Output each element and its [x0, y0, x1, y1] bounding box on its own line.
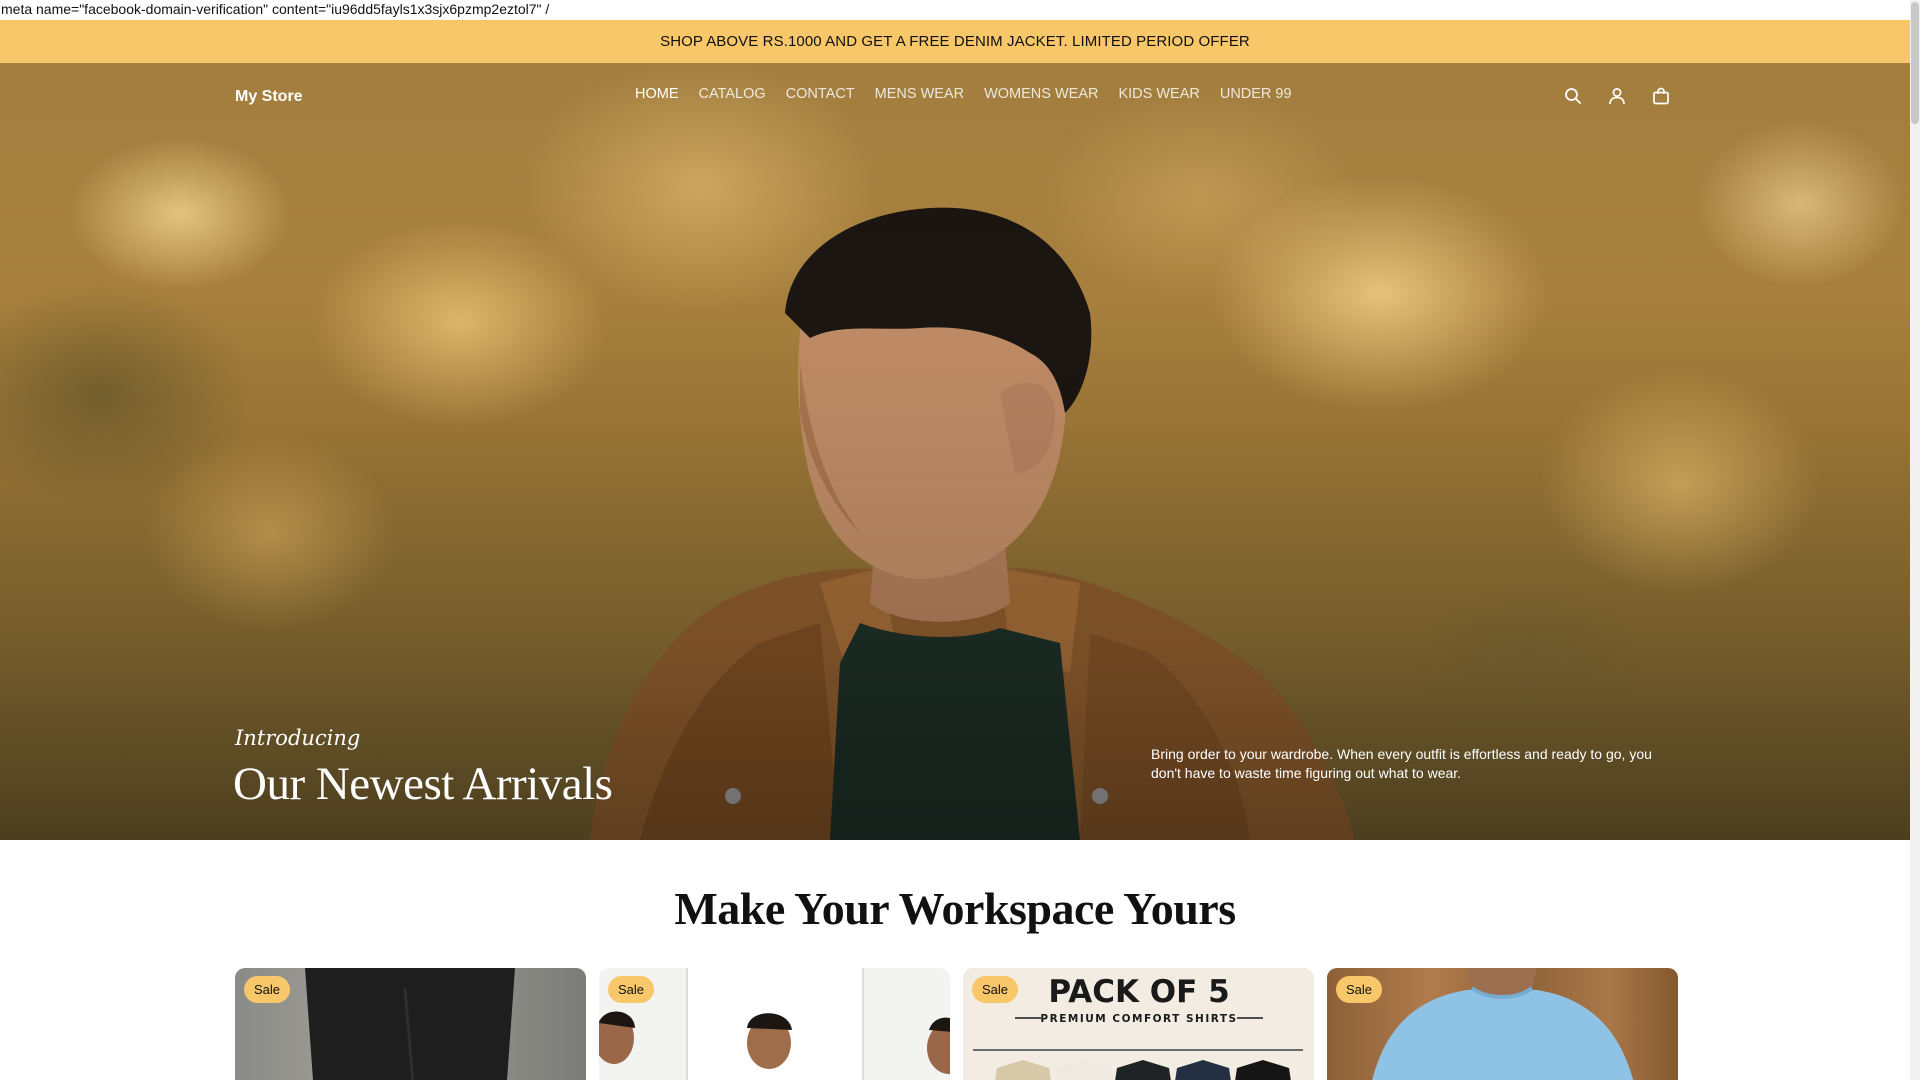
product-grid: Sale Sale Sale PACK OF 5 PREMIUM COMFORT…: [235, 968, 1678, 1080]
page-scrollbar[interactable]: [1910, 0, 1920, 1080]
main-nav: HOME CATALOG CONTACT MENS WEAR WOMENS WE…: [635, 86, 1312, 102]
product-card[interactable]: Sale PACK OF 5 PREMIUM COMFORT SHIRTS: [963, 968, 1314, 1080]
sale-badge: Sale: [608, 976, 655, 1003]
product-image-title: PACK OF 5: [1048, 974, 1229, 1010]
nav-under-99[interactable]: UNDER 99: [1220, 86, 1292, 102]
hero-banner: [0, 63, 1910, 840]
product-image-subtitle: PREMIUM COMFORT SHIRTS: [1040, 1013, 1237, 1025]
announcement-text: SHOP ABOVE RS.1000 AND GET A FREE DENIM …: [660, 33, 1250, 50]
stray-meta-text: meta name="facebook-domain-verification"…: [1, 1, 550, 17]
announcement-bar: SHOP ABOVE RS.1000 AND GET A FREE DENIM …: [0, 20, 1910, 63]
hero-title: Our Newest Arrivals: [233, 758, 613, 810]
product-card[interactable]: Sale: [235, 968, 586, 1080]
header-icons: [1562, 85, 1672, 107]
hero-overlay: [0, 63, 1910, 840]
nav-home[interactable]: HOME: [635, 86, 679, 102]
nav-womens-wear[interactable]: WOMENS WEAR: [984, 86, 1098, 102]
search-icon[interactable]: [1562, 85, 1584, 107]
store-logo[interactable]: My Store: [235, 88, 303, 106]
sale-badge: Sale: [244, 976, 291, 1003]
nav-kids-wear[interactable]: KIDS WEAR: [1118, 86, 1199, 102]
hero-description: Bring order to your wardrobe. When every…: [1151, 746, 1652, 781]
cart-icon[interactable]: [1650, 85, 1672, 107]
nav-catalog[interactable]: CATALOG: [699, 86, 766, 102]
account-icon[interactable]: [1606, 85, 1628, 107]
scrollbar-thumb[interactable]: [1911, 2, 1919, 124]
hero-kicker: Introducing: [235, 726, 361, 750]
nav-mens-wear[interactable]: MENS WEAR: [875, 86, 964, 102]
sale-badge: Sale: [972, 976, 1019, 1003]
product-card[interactable]: Sale: [599, 968, 950, 1080]
sale-badge: Sale: [1336, 976, 1383, 1003]
collection-title: Make Your Workspace Yours: [674, 883, 1236, 934]
product-card[interactable]: Sale: [1327, 968, 1678, 1080]
nav-contact[interactable]: CONTACT: [786, 86, 855, 102]
